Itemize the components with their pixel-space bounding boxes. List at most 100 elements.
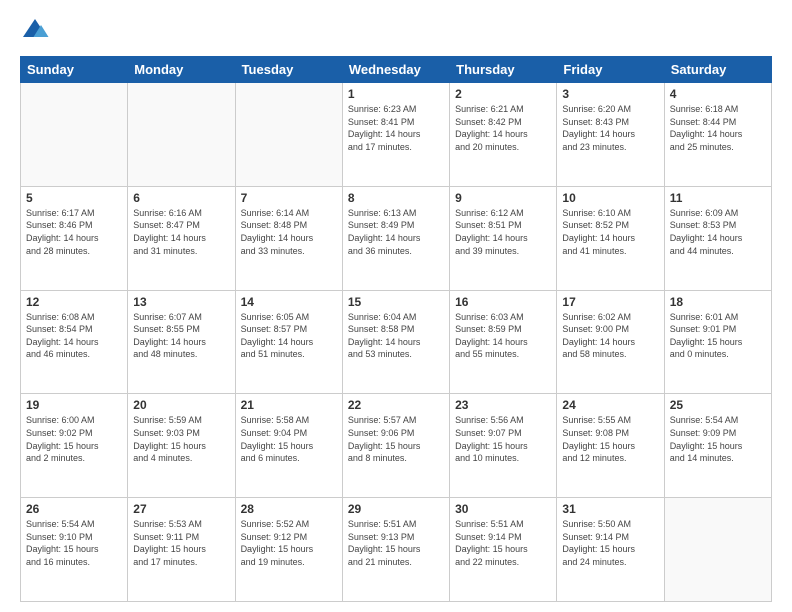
- calendar-cell: 8 Sunrise: 6:13 AM Sunset: 8:49 PM Daylig…: [342, 186, 449, 290]
- calendar-week-4: 19 Sunrise: 6:00 AM Sunset: 9:02 PM Dayli…: [21, 394, 772, 498]
- day-info: Sunrise: 6:05 AM Sunset: 8:57 PM Dayligh…: [241, 311, 337, 361]
- calendar-cell: 7Sunrise: 6:14 AM Sunset: 8:48 PM Daylig…: [235, 186, 342, 290]
- day-info: Sunrise: 5:52 AM Sunset: 9:12 PM Dayligh…: [241, 518, 337, 568]
- day-number: 5: [26, 191, 122, 205]
- day-number: 13: [133, 295, 229, 309]
- day-info: Sunrise: 5:50 AM Sunset: 9:14 PM Dayligh…: [562, 518, 658, 568]
- day-number: 20: [133, 398, 229, 412]
- day-info: Sunrise: 6:09 AM Sunset: 8:53 PM Dayligh…: [670, 207, 766, 257]
- day-info: Sunrise: 6:04 AM Sunset: 8:58 PM Dayligh…: [348, 311, 444, 361]
- calendar-table: SundayMondayTuesdayWednesdayThursdayFrid…: [20, 56, 772, 602]
- weekday-header-saturday: Saturday: [664, 57, 771, 83]
- day-info: Sunrise: 6:21 AM Sunset: 8:42 PM Dayligh…: [455, 103, 551, 153]
- calendar-week-5: 26 Sunrise: 5:54 AM Sunset: 9:10 PM Dayli…: [21, 498, 772, 602]
- calendar-cell: 2Sunrise: 6:21 AM Sunset: 8:42 PM Daylig…: [450, 83, 557, 187]
- day-number: 6: [133, 191, 229, 205]
- calendar-cell: 14 Sunrise: 6:05 AM Sunset: 8:57 PM Dayli…: [235, 290, 342, 394]
- day-number: 26: [26, 502, 122, 516]
- calendar-cell: 5 Sunrise: 6:17 AM Sunset: 8:46 PM Daylig…: [21, 186, 128, 290]
- day-number: 18: [670, 295, 766, 309]
- calendar-cell: 11 Sunrise: 6:09 AM Sunset: 8:53 PM Dayli…: [664, 186, 771, 290]
- day-info: Sunrise: 6:16 AM Sunset: 8:47 PM Dayligh…: [133, 207, 229, 257]
- calendar-cell: [664, 498, 771, 602]
- day-info: Sunrise: 6:10 AM Sunset: 8:52 PM Dayligh…: [562, 207, 658, 257]
- calendar-cell: 12 Sunrise: 6:08 AM Sunset: 8:54 PM Dayli…: [21, 290, 128, 394]
- day-info: Sunrise: 6:14 AM Sunset: 8:48 PM Dayligh…: [241, 207, 337, 257]
- day-info: Sunrise: 6:00 AM Sunset: 9:02 PM Dayligh…: [26, 414, 122, 464]
- weekday-header-friday: Friday: [557, 57, 664, 83]
- day-info: Sunrise: 5:54 AM Sunset: 9:09 PM Dayligh…: [670, 414, 766, 464]
- day-number: 19: [26, 398, 122, 412]
- day-number: 28: [241, 502, 337, 516]
- day-info: Sunrise: 5:57 AM Sunset: 9:06 PM Dayligh…: [348, 414, 444, 464]
- day-number: 23: [455, 398, 551, 412]
- day-number: 27: [133, 502, 229, 516]
- calendar-week-2: 5 Sunrise: 6:17 AM Sunset: 8:46 PM Daylig…: [21, 186, 772, 290]
- day-number: 12: [26, 295, 122, 309]
- calendar-cell: 23 Sunrise: 5:56 AM Sunset: 9:07 PM Dayli…: [450, 394, 557, 498]
- calendar-cell: 4 Sunrise: 6:18 AM Sunset: 8:44 PM Daylig…: [664, 83, 771, 187]
- day-info: Sunrise: 6:13 AM Sunset: 8:49 PM Dayligh…: [348, 207, 444, 257]
- day-number: 3: [562, 87, 658, 101]
- day-number: 17: [562, 295, 658, 309]
- calendar-cell: 20 Sunrise: 5:59 AM Sunset: 9:03 PM Dayli…: [128, 394, 235, 498]
- calendar-cell: 26 Sunrise: 5:54 AM Sunset: 9:10 PM Dayli…: [21, 498, 128, 602]
- day-number: 15: [348, 295, 444, 309]
- day-number: 30: [455, 502, 551, 516]
- calendar-cell: 19 Sunrise: 6:00 AM Sunset: 9:02 PM Dayli…: [21, 394, 128, 498]
- day-number: 4: [670, 87, 766, 101]
- page-header: [20, 16, 772, 46]
- calendar-cell: 22 Sunrise: 5:57 AM Sunset: 9:06 PM Dayli…: [342, 394, 449, 498]
- day-number: 8: [348, 191, 444, 205]
- day-number: 25: [670, 398, 766, 412]
- day-info: Sunrise: 6:20 AM Sunset: 8:43 PM Dayligh…: [562, 103, 658, 153]
- day-info: Sunrise: 6:07 AM Sunset: 8:55 PM Dayligh…: [133, 311, 229, 361]
- day-info: Sunrise: 5:59 AM Sunset: 9:03 PM Dayligh…: [133, 414, 229, 464]
- day-info: Sunrise: 6:18 AM Sunset: 8:44 PM Dayligh…: [670, 103, 766, 153]
- day-number: 11: [670, 191, 766, 205]
- day-number: 22: [348, 398, 444, 412]
- calendar-cell: 18 Sunrise: 6:01 AM Sunset: 9:01 PM Dayli…: [664, 290, 771, 394]
- calendar-cell: 16 Sunrise: 6:03 AM Sunset: 8:59 PM Dayli…: [450, 290, 557, 394]
- day-info: Sunrise: 5:54 AM Sunset: 9:10 PM Dayligh…: [26, 518, 122, 568]
- calendar-cell: 27 Sunrise: 5:53 AM Sunset: 9:11 PM Dayli…: [128, 498, 235, 602]
- calendar-cell: 1 Sunrise: 6:23 AM Sunset: 8:41 PM Daylig…: [342, 83, 449, 187]
- calendar-cell: 17Sunrise: 6:02 AM Sunset: 9:00 PM Dayli…: [557, 290, 664, 394]
- day-info: Sunrise: 5:56 AM Sunset: 9:07 PM Dayligh…: [455, 414, 551, 464]
- weekday-header-row: SundayMondayTuesdayWednesdayThursdayFrid…: [21, 57, 772, 83]
- calendar-cell: 31 Sunrise: 5:50 AM Sunset: 9:14 PM Dayli…: [557, 498, 664, 602]
- day-number: 1: [348, 87, 444, 101]
- day-info: Sunrise: 5:51 AM Sunset: 9:14 PM Dayligh…: [455, 518, 551, 568]
- day-info: Sunrise: 6:03 AM Sunset: 8:59 PM Dayligh…: [455, 311, 551, 361]
- calendar-cell: 30 Sunrise: 5:51 AM Sunset: 9:14 PM Dayli…: [450, 498, 557, 602]
- day-info: Sunrise: 6:12 AM Sunset: 8:51 PM Dayligh…: [455, 207, 551, 257]
- calendar-cell: 10 Sunrise: 6:10 AM Sunset: 8:52 PM Dayli…: [557, 186, 664, 290]
- day-info: Sunrise: 6:17 AM Sunset: 8:46 PM Dayligh…: [26, 207, 122, 257]
- calendar-cell: 24 Sunrise: 5:55 AM Sunset: 9:08 PM Dayli…: [557, 394, 664, 498]
- calendar-week-3: 12 Sunrise: 6:08 AM Sunset: 8:54 PM Dayli…: [21, 290, 772, 394]
- calendar-cell: 21Sunrise: 5:58 AM Sunset: 9:04 PM Dayli…: [235, 394, 342, 498]
- calendar-cell: 6 Sunrise: 6:16 AM Sunset: 8:47 PM Daylig…: [128, 186, 235, 290]
- logo: [20, 16, 54, 46]
- day-info: Sunrise: 6:08 AM Sunset: 8:54 PM Dayligh…: [26, 311, 122, 361]
- weekday-header-sunday: Sunday: [21, 57, 128, 83]
- day-info: Sunrise: 6:23 AM Sunset: 8:41 PM Dayligh…: [348, 103, 444, 153]
- day-info: Sunrise: 5:55 AM Sunset: 9:08 PM Dayligh…: [562, 414, 658, 464]
- day-number: 10: [562, 191, 658, 205]
- day-info: Sunrise: 5:53 AM Sunset: 9:11 PM Dayligh…: [133, 518, 229, 568]
- day-number: 31: [562, 502, 658, 516]
- day-number: 21: [241, 398, 337, 412]
- day-number: 14: [241, 295, 337, 309]
- weekday-header-monday: Monday: [128, 57, 235, 83]
- day-number: 16: [455, 295, 551, 309]
- day-number: 29: [348, 502, 444, 516]
- weekday-header-wednesday: Wednesday: [342, 57, 449, 83]
- calendar-cell: 3 Sunrise: 6:20 AM Sunset: 8:43 PM Daylig…: [557, 83, 664, 187]
- calendar-cell: 13 Sunrise: 6:07 AM Sunset: 8:55 PM Dayli…: [128, 290, 235, 394]
- weekday-header-thursday: Thursday: [450, 57, 557, 83]
- day-number: 24: [562, 398, 658, 412]
- day-info: Sunrise: 6:01 AM Sunset: 9:01 PM Dayligh…: [670, 311, 766, 361]
- calendar-cell: 9Sunrise: 6:12 AM Sunset: 8:51 PM Daylig…: [450, 186, 557, 290]
- calendar-cell: [128, 83, 235, 187]
- logo-icon: [20, 16, 50, 46]
